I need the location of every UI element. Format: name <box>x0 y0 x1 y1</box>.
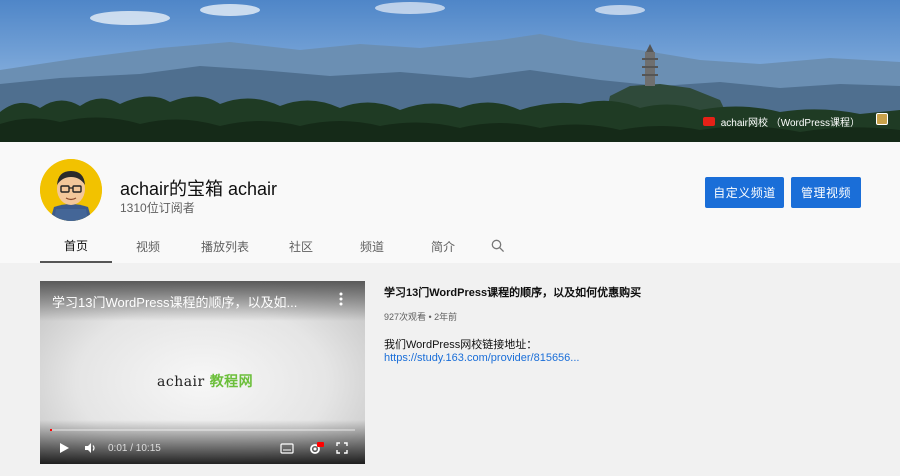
tab-videos[interactable]: 视频 <box>112 229 184 263</box>
video-description-link[interactable]: https://study.163.com/provider/815656... <box>384 352 579 364</box>
banner-link-text: achair网校 （WordPress课程） <box>720 118 860 129</box>
channel-banner: achair网校 （WordPress课程） <box>0 0 900 142</box>
logo-text: achair <box>157 374 205 390</box>
progress-bar[interactable] <box>50 429 355 431</box>
tab-community[interactable]: 社区 <box>266 229 336 263</box>
player-title[interactable]: 学习13门WordPress课程的顺序，以及如... <box>52 292 297 311</box>
play-icon[interactable] <box>58 442 70 454</box>
time-display: 0:01 / 10:15 <box>108 443 161 454</box>
customize-channel-button[interactable]: 自定义频道 <box>705 177 784 208</box>
channel-name: achair的宝箱 achair <box>120 179 278 199</box>
tab-home[interactable]: 首页 <box>40 229 112 263</box>
banner-link[interactable]: achair网校 （WordPress课程） <box>702 114 860 129</box>
home-content: achair 教程网 学习13门WordPress课程的顺序，以及如... 0:… <box>0 263 900 476</box>
video-player[interactable]: achair 教程网 学习13门WordPress课程的顺序，以及如... 0:… <box>40 281 365 464</box>
settings-hd-icon[interactable] <box>308 442 324 456</box>
avatar[interactable] <box>40 159 102 221</box>
cartoon-avatar-icon <box>40 159 102 221</box>
fullscreen-icon[interactable] <box>336 442 348 454</box>
channel-header: achair的宝箱 achair 1310位订阅者 自定义频道 管理视频 首页 … <box>0 142 900 263</box>
player-controls: 0:01 / 10:15 <box>40 437 365 461</box>
logo-cn: 教程网 <box>209 374 254 390</box>
progress-fill <box>50 429 52 431</box>
video-title[interactable]: 学习13门WordPress课程的顺序，以及如何优惠购买 <box>384 284 641 300</box>
tab-playlists[interactable]: 播放列表 <box>184 229 266 263</box>
tab-channels[interactable]: 频道 <box>336 229 408 263</box>
social-link-icon[interactable] <box>876 113 888 125</box>
volume-icon[interactable] <box>84 442 98 454</box>
video-description: 我们WordPress网校链接地址： <box>384 339 538 351</box>
subtitles-icon[interactable] <box>280 442 294 454</box>
video-meta: 927次观看 • 2年前 <box>384 312 458 322</box>
subscriber-count: 1310位订阅者 <box>120 201 195 215</box>
tab-about[interactable]: 简介 <box>408 229 478 263</box>
video-logo: achair 教程网 <box>157 371 253 391</box>
search-icon[interactable] <box>478 229 518 263</box>
youtube-play-icon <box>702 117 715 126</box>
more-options-icon[interactable] <box>335 291 347 307</box>
channel-tabs: 首页 视频 播放列表 社区 频道 简介 <box>40 229 518 263</box>
manage-videos-button[interactable]: 管理视频 <box>791 177 861 208</box>
